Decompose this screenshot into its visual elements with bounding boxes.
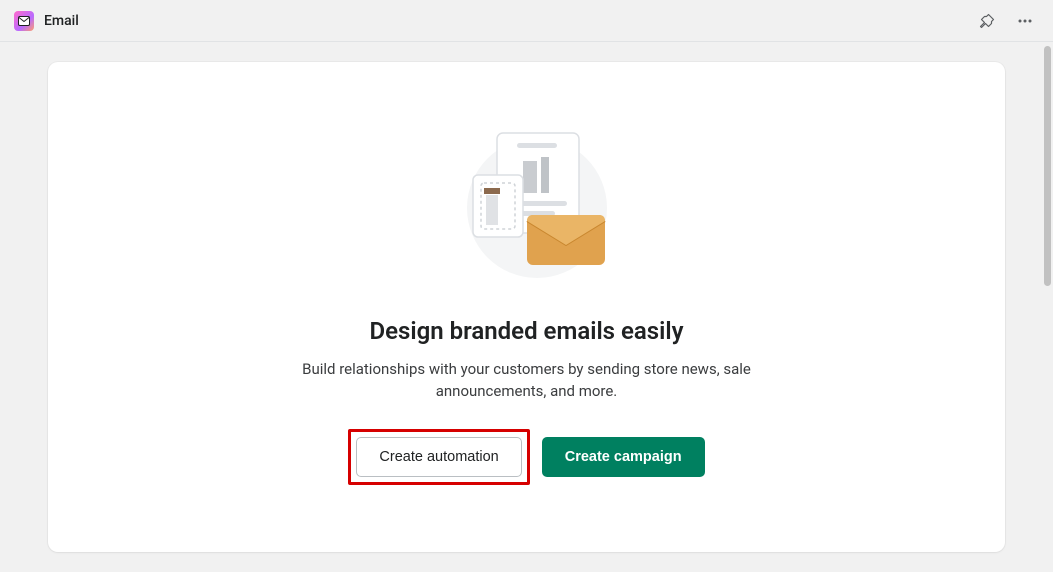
empty-state-card: Design branded emails easily Build relat… bbox=[48, 62, 1005, 552]
app-title: Email bbox=[44, 13, 79, 29]
create-automation-button[interactable]: Create automation bbox=[356, 437, 521, 477]
header-right bbox=[973, 7, 1039, 35]
page-header: Email bbox=[0, 0, 1053, 42]
email-illustration bbox=[437, 113, 617, 293]
header-left: Email bbox=[14, 11, 79, 31]
create-campaign-button[interactable]: Create campaign bbox=[542, 437, 705, 477]
content-area: Design branded emails easily Build relat… bbox=[0, 42, 1053, 572]
more-icon[interactable] bbox=[1011, 7, 1039, 35]
highlight-annotation: Create automation bbox=[348, 429, 529, 485]
vertical-scrollbar[interactable] bbox=[1044, 46, 1051, 559]
email-app-icon bbox=[14, 11, 34, 31]
scrollbar-thumb[interactable] bbox=[1044, 46, 1051, 286]
button-row: Create automation Create campaign bbox=[348, 429, 704, 485]
empty-state-title: Design branded emails easily bbox=[369, 317, 683, 345]
pin-icon[interactable] bbox=[973, 7, 1001, 35]
empty-state-subtitle: Build relationships with your customers … bbox=[267, 359, 787, 403]
